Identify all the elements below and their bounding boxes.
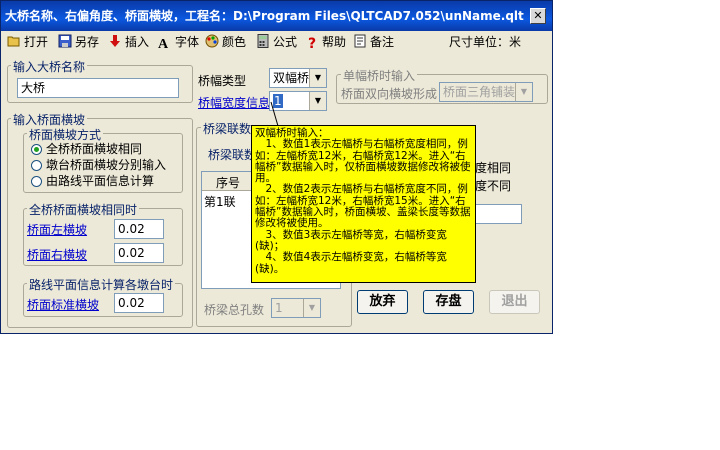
chevron-down-icon: ▼	[303, 299, 320, 317]
radio-slope-same[interactable]: 全桥桥面横坡相同	[31, 141, 142, 157]
width-type-select[interactable]: 双幅桥 ▼	[269, 68, 327, 88]
radio-label: 全桥桥面横坡相同	[46, 142, 143, 156]
main-window: 大桥名称、右偏角度、桥面横坡，工程名：D:\Program Files\QLTC…	[0, 0, 553, 334]
single-width-group-label: 单幅桥时输入	[341, 67, 418, 84]
radio-dot	[31, 160, 42, 171]
window-title: 大桥名称、右偏角度、桥面横坡，工程名：D:\Program Files\QLTC…	[5, 9, 524, 23]
notes-icon	[353, 34, 367, 48]
table-row[interactable]: 第1联	[204, 193, 236, 210]
single-slope-value: 桥面三角铺装	[443, 85, 516, 99]
standard-slope-input[interactable]: 0.02	[114, 293, 164, 313]
radio-dot	[31, 176, 42, 187]
open-label: 打开	[24, 35, 49, 49]
right-slope-label[interactable]: 桥面右横坡	[27, 246, 87, 263]
help-button[interactable]: ? 帮助	[305, 33, 346, 51]
tooltip-line: 4、数值4表示左幅桥变宽，右幅桥等宽(缺)。	[255, 251, 447, 275]
save-as-icon	[58, 34, 72, 48]
font-button[interactable]: A 字体	[158, 33, 200, 52]
radio-label: 由路线平面信息计算	[46, 174, 155, 188]
radio-label: 墩台桥面横坡分别输入	[46, 158, 167, 172]
help-tooltip: 双幅桥时输入： 1、数值1表示左幅桥与右幅桥宽度相同，例如：左幅桥宽12米，右幅…	[251, 125, 476, 283]
notes-label: 备注	[370, 35, 395, 49]
save-button[interactable]: 存盘	[423, 290, 474, 314]
unit-label: 尺寸单位：米	[449, 35, 522, 49]
right-slope-input[interactable]: 0.02	[114, 243, 164, 263]
discard-button[interactable]: 放弃	[357, 290, 408, 314]
width-diff-option-label: 度不同	[475, 179, 512, 193]
width-type-label: 桥幅类型	[198, 74, 247, 88]
total-spans-select[interactable]: 1 ▼	[271, 298, 321, 318]
standard-slope-label[interactable]: 桥面标准横坡	[27, 296, 99, 313]
single-slope-label: 桥面双向横坡形成	[341, 87, 438, 101]
insert-arrow-icon	[108, 34, 122, 48]
single-slope-select[interactable]: 桥面三角铺装 ▼	[439, 82, 533, 102]
color-label: 颜色	[222, 35, 247, 49]
left-slope-label[interactable]: 桥面左横坡	[27, 221, 87, 238]
chevron-down-icon: ▼	[309, 69, 326, 87]
notes-button[interactable]: 备注	[353, 33, 394, 51]
folder-open-icon	[7, 34, 21, 48]
help-label: 帮助	[322, 35, 347, 49]
insert-label: 插入	[125, 35, 150, 49]
calculator-icon	[256, 34, 270, 48]
table-col-header: 序号	[216, 176, 241, 190]
formula-label: 公式	[273, 35, 298, 49]
font-label: 字体	[175, 35, 200, 49]
close-button[interactable]: ✕	[530, 8, 546, 24]
color-button[interactable]: 颜色	[205, 33, 246, 51]
exit-button[interactable]: 退出	[489, 290, 540, 314]
tooltip-pointer	[270, 101, 279, 127]
hidden-input[interactable]	[475, 204, 522, 224]
joints-group-label: 桥梁联数	[201, 120, 254, 137]
radio-slope-route[interactable]: 由路线平面信息计算	[31, 173, 154, 189]
chevron-down-icon: ▼	[309, 92, 326, 110]
route-slope-group-label: 路线平面信息计算各墩台时	[27, 276, 176, 293]
left-slope-input[interactable]: 0.02	[114, 219, 164, 239]
total-spans-value: 1	[275, 301, 283, 315]
chevron-down-icon: ▼	[515, 83, 532, 101]
tooltip-line: 1、数值1表示左幅桥与右幅桥宽度相同，例如：左幅桥宽12米，右幅桥宽12米。进入…	[255, 138, 471, 185]
width-type-value: 双幅桥	[273, 71, 310, 85]
save-as-label: 另存	[75, 35, 100, 49]
window-titlebar: 大桥名称、右偏角度、桥面横坡，工程名：D:\Program Files\QLTC…	[1, 1, 552, 31]
tooltip-line: 2、数值2表示左幅桥与右幅桥宽度不同，例如：左幅桥宽12米，右幅桥宽15米。进入…	[255, 183, 471, 230]
color-palette-icon	[205, 34, 219, 48]
total-spans-label: 桥梁总孔数	[204, 303, 265, 317]
save-as-button[interactable]: 另存	[58, 33, 99, 51]
toolbar: 打开 另存 插入 A 字体 颜色 公式 ? 帮助 备注 尺寸单位：米	[1, 31, 552, 53]
joints-inner-label: 桥梁联数	[208, 148, 257, 162]
formula-button[interactable]: 公式	[256, 33, 297, 51]
tooltip-line: 3、数值3表示左幅桥等宽，右幅桥变宽(缺)；	[255, 228, 447, 252]
open-button[interactable]: 打开	[7, 33, 48, 51]
width-same-option-label: 度相同	[475, 161, 512, 175]
same-slope-group-label: 全桥桥面横坡相同时	[27, 201, 140, 218]
insert-button[interactable]: 插入	[108, 33, 149, 51]
bridge-name-group-label: 输入大桥名称	[11, 58, 88, 75]
help-question-icon: ?	[307, 36, 317, 52]
bridge-name-input[interactable]: 大桥	[17, 78, 179, 98]
radio-dot-selected	[31, 144, 42, 155]
width-info-label[interactable]: 桥幅宽度信息	[198, 94, 270, 111]
radio-slope-separate[interactable]: 墩台桥面横坡分别输入	[31, 157, 166, 173]
font-icon: A	[158, 37, 169, 52]
